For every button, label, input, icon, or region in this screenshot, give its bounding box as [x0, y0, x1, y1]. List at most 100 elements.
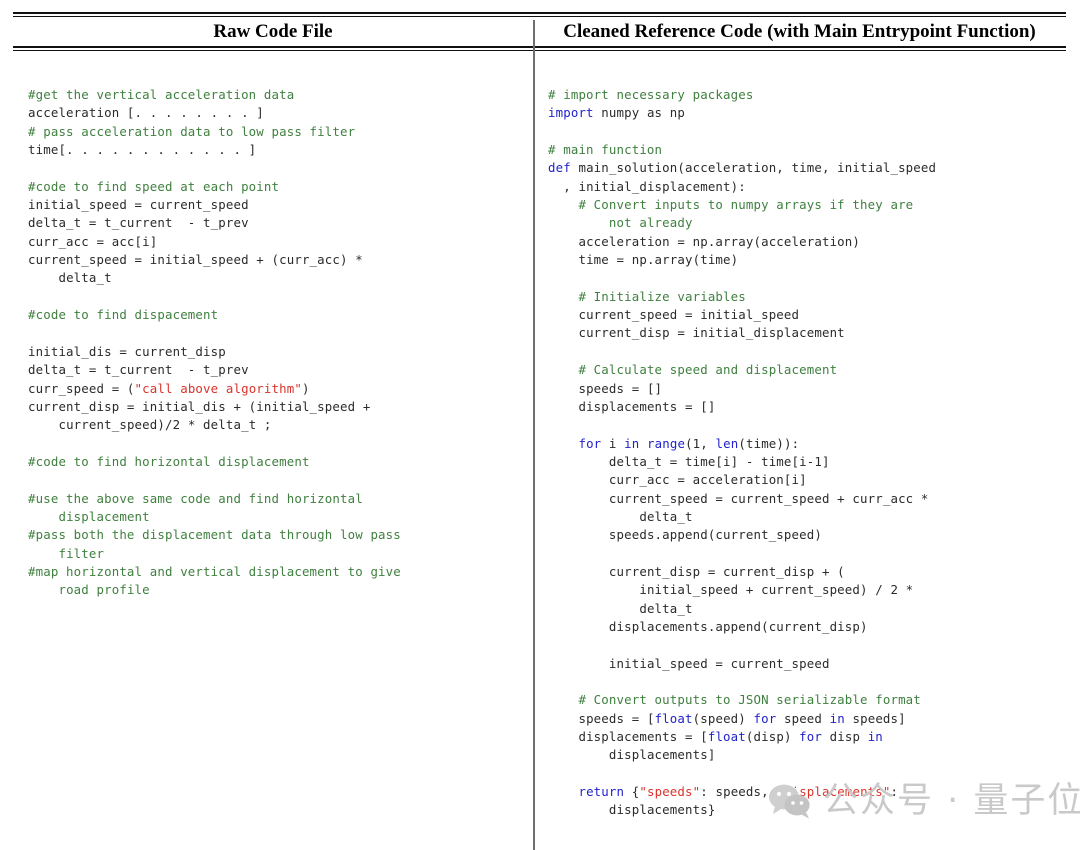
code-token: time = np.array(time): [548, 252, 739, 268]
raw-code-line: [28, 159, 519, 177]
code-token: # Convert inputs to numpy arrays if they…: [548, 197, 914, 213]
cleaned-code-line: [548, 269, 1070, 287]
code-token: current_disp = current_disp + (: [548, 563, 845, 579]
code-token: float: [707, 729, 746, 745]
cleaned-code-line: def main_solution(acceleration, time, in…: [548, 159, 1070, 177]
code-token: def: [548, 160, 571, 176]
cleaned-code-line: speeds = [float(speed) for speed in spee…: [548, 710, 1070, 728]
cleaned-code-line: [548, 416, 1070, 434]
raw-code-line: road profile: [28, 581, 519, 599]
cleaned-code-line: current_speed = initial_speed: [548, 306, 1070, 324]
raw-code-line: delta_t = t_current - t_prev: [28, 361, 519, 379]
cleaned-code-line: speeds.append(current_speed): [548, 526, 1070, 544]
code-token: delta_t: [28, 270, 112, 286]
cleaned-code-line: , initial_displacement):: [548, 178, 1070, 196]
code-token: speeds.append(current_speed): [548, 527, 822, 543]
code-token: for: [578, 435, 602, 451]
cleaned-code-line: displacements}: [548, 801, 1070, 819]
code-token: (speed): [692, 710, 754, 726]
cleaned-code-line: # Initialize variables: [548, 288, 1070, 306]
raw-code-line: delta_t = t_current - t_prev: [28, 214, 519, 232]
code-token: initial_dis = current_disp: [28, 343, 226, 359]
code-token: "call above algorithm": [134, 380, 302, 396]
code-token: # Convert outputs to JSON serializable f…: [548, 692, 921, 708]
cleaned-code-line: import numpy as np: [548, 104, 1070, 122]
code-token: acceleration [. . . . . . . . ]: [28, 105, 264, 121]
table-header-row: Raw Code File Cleaned Reference Code (wi…: [13, 18, 1066, 46]
cleaned-code-line: acceleration = np.array(acceleration): [548, 233, 1070, 251]
cleaned-code-line: # import necessary packages: [548, 86, 1070, 104]
cleaned-code-line: delta_t: [548, 508, 1070, 526]
raw-code-line: time[. . . . . . . . . . . . ]: [28, 141, 519, 159]
code-token: # Calculate speed and displacement: [548, 362, 838, 378]
code-token: return: [578, 784, 625, 800]
code-token: # Initialize variables: [548, 288, 746, 304]
cleaned-code-line: delta_t = time[i] - time[i-1]: [548, 453, 1070, 471]
cleaned-code-line: time = np.array(time): [548, 251, 1070, 269]
cleaned-code-line: initial_speed = current_speed: [548, 655, 1070, 673]
code-token: displacements = []: [548, 398, 716, 414]
raw-code-line: #get the vertical acceleration data: [28, 86, 519, 104]
cleaned-code-line: [548, 673, 1070, 691]
code-token: displacements = [: [548, 729, 708, 745]
code-token: displacements}: [548, 802, 716, 818]
code-token: #code to find horizontal displacement: [28, 453, 310, 469]
code-token: displacement: [28, 508, 150, 524]
cleaned-code-line: for i in range(1, len(time)):: [548, 435, 1070, 453]
raw-code-line: #code to find dispacement: [28, 306, 519, 324]
code-token: road profile: [28, 582, 150, 598]
cleaned-code-line: # main function: [548, 141, 1070, 159]
code-token: current_disp = initial_displacement: [548, 325, 845, 341]
code-token: "speeds": [639, 784, 701, 800]
raw-code-line: curr_speed = ("call above algorithm"): [28, 380, 519, 398]
cleaned-code-line: [548, 545, 1070, 563]
raw-code-line: curr_acc = acc[i]: [28, 233, 519, 251]
code-token: speed: [776, 710, 830, 726]
code-token: len: [715, 435, 739, 451]
code-token: :: [890, 784, 899, 800]
raw-code-line: initial_dis = current_disp: [28, 343, 519, 361]
code-token: delta_t = t_current - t_prev: [28, 362, 249, 378]
table-top-rule-thin: [13, 16, 1066, 17]
code-token: "displacements": [776, 784, 891, 800]
cleaned-code-line: current_speed = current_speed + curr_acc…: [548, 490, 1070, 508]
code-token: i: [601, 435, 625, 451]
cleaned-code-line: initial_speed + current_speed) / 2 *: [548, 581, 1070, 599]
code-token: {: [624, 784, 640, 800]
raw-code-line: [28, 435, 519, 453]
cleaned-code-line: [548, 765, 1070, 783]
table-body: #get the vertical acceleration data accel…: [0, 58, 1080, 820]
raw-code-line: current_speed = initial_speed + (curr_ac…: [28, 251, 519, 269]
raw-code-line: current_disp = initial_dis + (initial_sp…: [28, 398, 519, 416]
column-header-cleaned-code: Cleaned Reference Code (with Main Entryp…: [563, 21, 1036, 42]
code-token: import: [548, 105, 594, 121]
code-token: current_disp = initial_dis + (initial_sp…: [28, 398, 371, 414]
code-comparison-table: Raw Code File Cleaned Reference Code (wi…: [0, 0, 1080, 850]
cleaned-code-line: return {"speeds": speeds, "displacements…: [548, 783, 1070, 801]
code-token: for: [799, 729, 823, 745]
raw-code-line: acceleration [. . . . . . . . ]: [28, 104, 519, 122]
code-token: speeds]: [844, 710, 906, 726]
code-token: current_speed = initial_speed: [548, 307, 800, 323]
code-token: float: [654, 710, 693, 726]
code-token: main_solution(acceleration, time, initia…: [570, 160, 937, 176]
raw-code-line: [28, 471, 519, 489]
raw-code-line: #code to find speed at each point: [28, 178, 519, 196]
raw-code-line: [28, 324, 519, 342]
code-token: time[. . . . . . . . . . . . ]: [28, 142, 257, 158]
code-token: #get the vertical acceleration data: [28, 87, 295, 102]
cleaned-code-line: displacements = [float(disp) for disp in: [548, 728, 1070, 746]
raw-code-line: # pass acceleration data to low pass fil…: [28, 123, 519, 141]
code-token: # import necessary packages: [548, 87, 754, 102]
cleaned-code-line: # Convert inputs to numpy arrays if they…: [548, 196, 1070, 214]
code-token: current_speed = initial_speed + (curr_ac…: [28, 252, 363, 268]
cleaned-code-line: [548, 123, 1070, 141]
code-token: acceleration = np.array(acceleration): [548, 233, 861, 249]
raw-code-line: #map horizontal and vertical displacemen…: [28, 563, 519, 581]
code-token: , initial_displacement):: [548, 178, 746, 194]
code-token: #code to find speed at each point: [28, 178, 280, 194]
code-token: not already: [548, 215, 693, 231]
code-token: delta_t: [548, 508, 693, 524]
